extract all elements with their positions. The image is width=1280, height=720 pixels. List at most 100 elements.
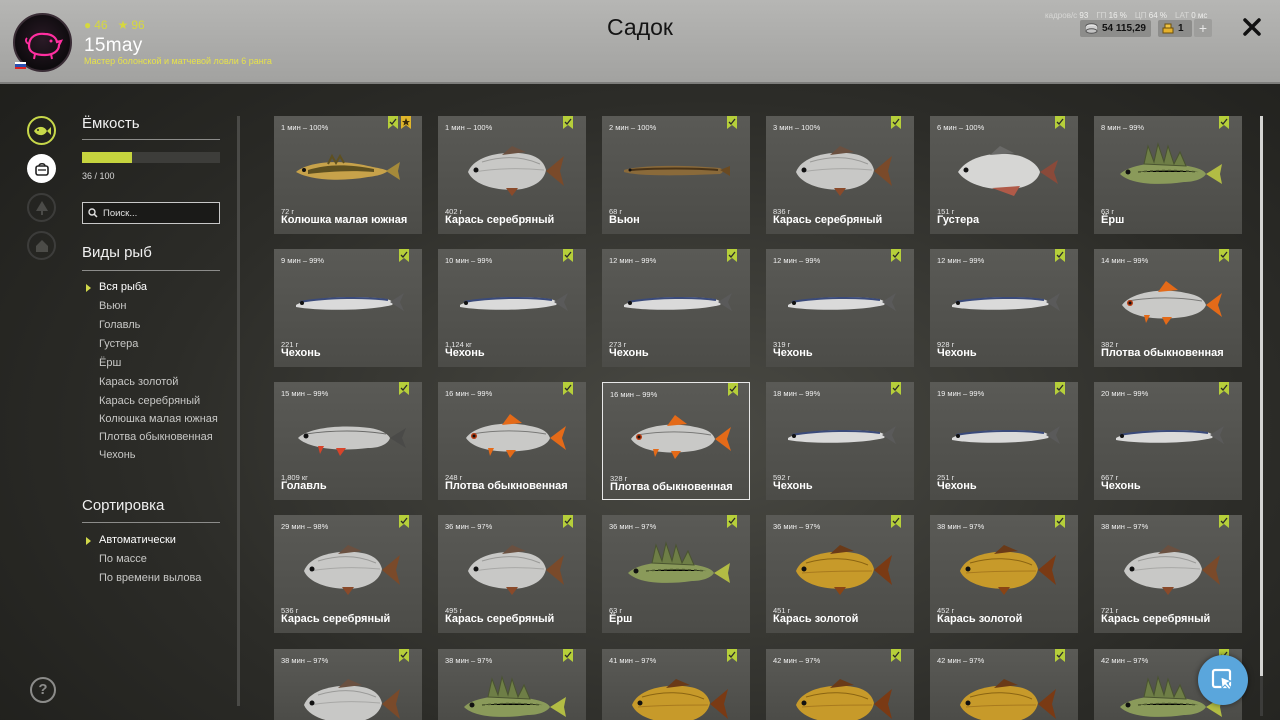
fish-card[interactable]: 38 мин – 97% 721 г Карась серебряный (1094, 515, 1242, 633)
fish-card[interactable]: 41 мин – 97% (602, 649, 750, 720)
fish-card[interactable]: 29 мин – 98% 536 г Карась серебряный (274, 515, 422, 633)
bookmark-check-icon[interactable] (563, 382, 573, 395)
scrollbar-thumb[interactable] (1260, 116, 1263, 676)
bookmark-check-icon[interactable] (1219, 249, 1229, 262)
fish-image (628, 541, 730, 583)
species-filter-item-1[interactable]: Вьюн (99, 300, 219, 313)
fish-card[interactable]: 1 мин – 100% 402 г Карась серебряный (438, 116, 586, 234)
fish-card[interactable]: 42 мин – 97% (930, 649, 1078, 720)
species-filter-item-0[interactable]: Вся рыба (86, 281, 219, 294)
bookmark-check-icon[interactable] (1055, 116, 1065, 129)
fish-card[interactable]: 12 мин – 99% 319 г Чехонь (766, 249, 914, 367)
bookmark-check-icon[interactable] (1219, 382, 1229, 395)
catch-time: 18 мин – 99% (773, 389, 821, 398)
fish-card[interactable]: 38 мин – 97% (274, 649, 422, 720)
species-filter-item-9[interactable]: Чехонь (99, 449, 219, 462)
fish-card[interactable]: 9 мин – 99% 221 г Чехонь (274, 249, 422, 367)
fish-card[interactable]: 3 мин – 100% 836 г Карась серебряный (766, 116, 914, 234)
search-input[interactable]: Поиск... (82, 202, 220, 224)
home-tab[interactable] (27, 231, 56, 260)
fish-card[interactable]: 20 мин – 99% 667 г Чехонь (1094, 382, 1242, 500)
bookmark-check-icon[interactable] (1055, 649, 1065, 662)
bookmark-check-icon[interactable] (891, 382, 901, 395)
species-filter-item-7[interactable]: Колюшка малая южная (99, 413, 219, 425)
fish-card[interactable]: 6 мин – 100% 151 г Густера (930, 116, 1078, 234)
fish-card[interactable]: 36 мин – 97% 451 г Карась золотой (766, 515, 914, 633)
sort-option-1[interactable]: По массе (99, 553, 219, 566)
fish-card[interactable]: 8 мин – 99% 63 г Ёрш (1094, 116, 1242, 234)
fish-card[interactable]: 12 мин – 99% 928 г Чехонь (930, 249, 1078, 367)
capacity-title: Ёмкость (82, 115, 140, 132)
gold-value: 1 (1178, 23, 1184, 34)
sort-option-0[interactable]: Автоматически (86, 534, 219, 547)
fish-card[interactable]: 18 мин – 99% 592 г Чехонь (766, 382, 914, 500)
fish-image (1124, 545, 1220, 595)
fish-card[interactable]: 14 мин – 99% 382 г Плотва обыкновенная (1094, 249, 1242, 367)
bookmark-check-icon[interactable] (1219, 116, 1229, 129)
bookmark-check-icon[interactable] (1219, 515, 1229, 528)
fish-card[interactable]: 19 мин – 99% 251 г Чехонь (930, 382, 1078, 500)
sort-option-2[interactable]: По времени вылова (99, 572, 219, 584)
bookmark-check-icon[interactable] (728, 383, 738, 396)
sort-divider (82, 522, 220, 523)
bookmark-check-icon[interactable] (563, 249, 573, 262)
fish-card[interactable]: 38 мин – 97% 452 г Карась золотой (930, 515, 1078, 633)
species-filter-item-2[interactable]: Голавль (99, 319, 219, 332)
cursor-mode-button[interactable] (1198, 655, 1248, 705)
bookmark-check-icon[interactable] (399, 649, 409, 662)
species-filter-item-6[interactable]: Карась серебряный (99, 395, 219, 407)
fish-card[interactable]: 42 мин – 97% (766, 649, 914, 720)
fish-card[interactable]: 36 мин – 97% 495 г Карась серебряный (438, 515, 586, 633)
fish-card[interactable]: 38 мин – 97% (438, 649, 586, 720)
bookmark-check-icon[interactable] (388, 116, 398, 129)
bookmark-check-icon[interactable] (399, 382, 409, 395)
bookmark-check-icon[interactable] (399, 249, 409, 262)
species-filter-item-3[interactable]: Густера (99, 338, 219, 351)
fish-card[interactable]: 12 мин – 99% 273 г Чехонь (602, 249, 750, 367)
keepnet-tab[interactable] (27, 116, 56, 145)
catch-time: 16 мин – 99% (445, 389, 493, 398)
catch-time: 10 мин – 99% (445, 256, 493, 265)
bookmark-check-icon[interactable] (727, 116, 737, 129)
top-bar: ● 46 ★ 96 15may Мастер болонской и матчево… (0, 0, 1280, 84)
fish-image (796, 545, 892, 595)
fish-name: Ёрш (609, 613, 633, 625)
bookmark-check-icon[interactable] (727, 649, 737, 662)
bookmark-check-icon[interactable] (399, 515, 409, 528)
bookmark-check-icon[interactable] (1055, 515, 1065, 528)
fish-card[interactable]: 2 мин – 100% 68 г Вьюн (602, 116, 750, 234)
bookmark-check-icon[interactable] (563, 116, 573, 129)
fish-card[interactable]: 16 мин – 99% 328 г Плотва обыкновенная (602, 382, 750, 500)
fish-card[interactable]: 10 мин – 99% 1,124 кг Чехонь (438, 249, 586, 367)
fish-card[interactable]: 1 мин – 100% 72 г Колюшка малая южная (274, 116, 422, 234)
bookmark-check-icon[interactable] (891, 515, 901, 528)
species-filter-item-5[interactable]: Карась золотой (99, 376, 219, 389)
close-button[interactable] (1241, 16, 1263, 38)
bookmark-check-icon[interactable] (891, 249, 901, 262)
bookmark-check-icon[interactable] (727, 249, 737, 262)
fish-card[interactable]: 15 мин – 99% 1,809 кг Голавль (274, 382, 422, 500)
bookmark-check-icon[interactable] (891, 116, 901, 129)
fps-value: 93 (1079, 11, 1089, 20)
bookmark-check-icon[interactable] (727, 515, 737, 528)
fish-card[interactable]: 36 мин – 97% 63 г Ёрш (602, 515, 750, 633)
capacity-bar-fill (82, 152, 132, 163)
bookmark-check-icon[interactable] (1055, 382, 1065, 395)
buy-currency-button[interactable]: + (1194, 19, 1212, 37)
bookmark-check-icon[interactable] (563, 515, 573, 528)
catch-time: 41 мин – 97% (609, 656, 657, 665)
bookmark-star-icon[interactable] (401, 116, 411, 129)
fish-icon (33, 126, 51, 135)
bookmark-check-icon[interactable] (1055, 249, 1065, 262)
species-filter-item-4[interactable]: Ёрш (99, 357, 219, 370)
trophy-tab[interactable] (27, 193, 56, 222)
fish-card[interactable]: 16 мин – 99% 248 г Плотва обыкновенная (438, 382, 586, 500)
help-button[interactable]: ? (30, 677, 56, 703)
bookmark-check-icon[interactable] (891, 649, 901, 662)
catch-time: 38 мин – 97% (445, 656, 493, 665)
cooler-tab[interactable] (27, 154, 56, 183)
bookmark-check-icon[interactable] (563, 649, 573, 662)
search-icon (88, 208, 98, 218)
catch-time: 42 мин – 97% (937, 656, 985, 665)
species-filter-item-8[interactable]: Плотва обыкновенная (99, 431, 219, 443)
